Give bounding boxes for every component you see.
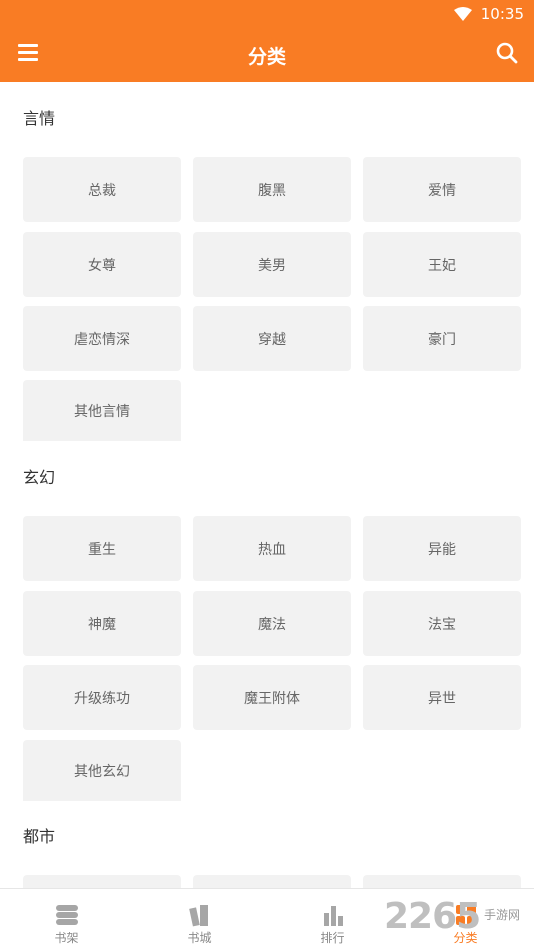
tag[interactable]: 升级练功 <box>23 665 181 730</box>
tag[interactable] <box>23 875 181 888</box>
tag[interactable] <box>193 875 351 888</box>
tag[interactable]: 虐恋情深 <box>23 306 181 371</box>
tag[interactable]: 热血 <box>193 516 351 581</box>
nav-label: 排行 <box>320 931 345 945</box>
tag[interactable]: 穿越 <box>193 306 351 371</box>
app-bar: 分类 <box>0 28 534 82</box>
tag[interactable]: 腹黑 <box>193 157 351 222</box>
ranking-icon <box>323 906 343 926</box>
section-title-yanqing: 言情 <box>23 109 56 128</box>
bookshelf-icon <box>55 905 78 925</box>
watermark-logo: 2265 手游网 <box>384 896 534 940</box>
tag[interactable]: 豪门 <box>363 306 521 371</box>
tag[interactable]: 神魔 <box>23 591 181 656</box>
tag[interactable]: 总裁 <box>23 157 181 222</box>
tag[interactable]: 重生 <box>23 516 181 581</box>
nav-bookstore[interactable]: 书城 <box>133 889 266 950</box>
category-list[interactable]: 言情 总裁 腹黑 爱情 女尊 美男 王妃 虐恋情深 穿越 豪门 其他言情 玄幻 … <box>0 82 534 888</box>
watermark-number: 2265 <box>384 896 481 937</box>
tag[interactable] <box>363 875 521 888</box>
wifi-icon <box>454 7 472 21</box>
tag[interactable]: 其他玄幻 <box>23 740 181 801</box>
section-title-dushi: 都市 <box>23 827 56 846</box>
tag[interactable]: 魔王附体 <box>193 665 351 730</box>
nav-label: 书架 <box>54 931 79 945</box>
tag[interactable]: 其他言情 <box>23 380 181 441</box>
tag[interactable]: 女尊 <box>23 232 181 297</box>
tag[interactable]: 爱情 <box>363 157 521 222</box>
tag[interactable]: 异能 <box>363 516 521 581</box>
nav-label: 书城 <box>187 931 212 945</box>
nav-bookshelf[interactable]: 书架 <box>0 889 133 950</box>
bookstore-icon <box>188 905 208 927</box>
search-icon[interactable] <box>496 42 518 64</box>
watermark-site: 手游网 <box>484 908 521 922</box>
tag[interactable]: 法宝 <box>363 591 521 656</box>
status-bar: 10:35 <box>0 0 534 28</box>
nav-ranking[interactable]: 排行 <box>266 889 399 950</box>
tag[interactable]: 美男 <box>193 232 351 297</box>
status-time: 10:35 <box>480 5 524 23</box>
tag[interactable]: 异世 <box>363 665 521 730</box>
tag[interactable]: 王妃 <box>363 232 521 297</box>
tag[interactable]: 魔法 <box>193 591 351 656</box>
section-title-xuanhuan: 玄幻 <box>23 468 56 487</box>
page-title: 分类 <box>247 46 286 68</box>
